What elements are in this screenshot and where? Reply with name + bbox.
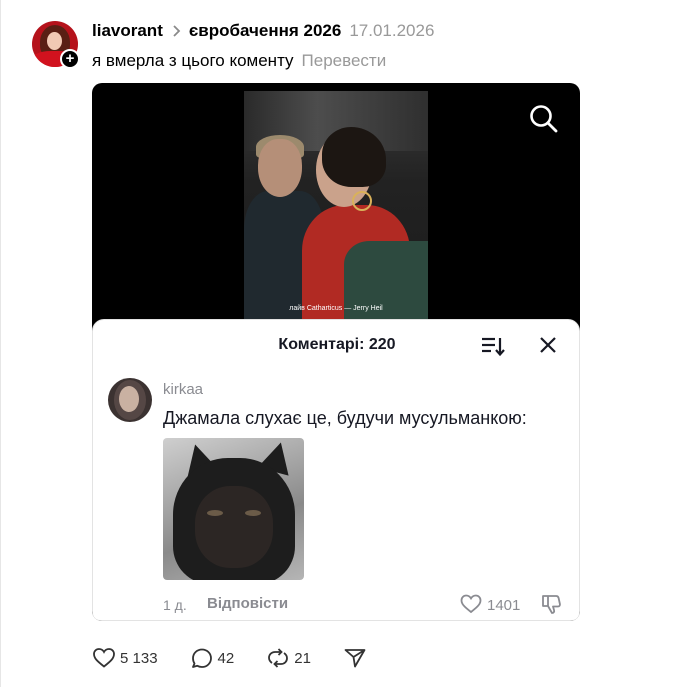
heart-icon[interactable]	[460, 594, 482, 614]
comments-title: Коментарі: 220	[278, 336, 396, 353]
comment-bubble-icon	[191, 648, 212, 668]
comment-count: 42	[217, 649, 235, 667]
post-meta: liavorant євробачення 2026 17.01.2026	[92, 20, 434, 42]
commenter-username[interactable]: kirkaa	[163, 381, 203, 398]
repost-icon	[268, 648, 289, 668]
sort-icon[interactable]	[481, 335, 505, 357]
post-date: 17.01.2026	[349, 21, 435, 40]
post-text-line: я вмерла з цього коменту Перевести	[92, 51, 386, 71]
send-icon	[344, 649, 366, 668]
like-count: 5 133	[120, 649, 158, 667]
like-button[interactable]: 5 133	[92, 646, 158, 670]
media-card[interactable]: лайв Catharticus — Jerry Heil Коментарі:…	[92, 83, 580, 621]
comment-text: Джамала слухає це, будучи мусульманкою:	[163, 408, 527, 428]
chevron-right-icon	[173, 25, 181, 37]
post-actions: 5 133 42 21	[92, 646, 399, 670]
comments-sheet: Коментарі: 220 kirkaa Джамала слухає це,…	[92, 319, 580, 621]
close-icon[interactable]	[538, 335, 558, 355]
post-text: я вмерла з цього коменту	[92, 51, 294, 70]
reply-button[interactable]: Відповісти	[207, 595, 288, 612]
author-username[interactable]: liavorant	[92, 21, 163, 41]
comment-image[interactable]	[163, 438, 304, 580]
comment-button[interactable]: 42	[190, 646, 235, 670]
video-thumbnail[interactable]: лайв Catharticus — Jerry Heil	[244, 91, 428, 319]
commenter-avatar[interactable]	[108, 378, 152, 422]
video-caption: лайв Catharticus — Jerry Heil	[289, 305, 383, 312]
heart-icon	[93, 648, 115, 668]
author-avatar[interactable]: +	[32, 21, 80, 69]
translate-link[interactable]: Перевести	[302, 51, 387, 71]
search-icon[interactable]	[528, 103, 560, 135]
post: + liavorant євробачення 2026 17.01.2026 …	[0, 0, 689, 687]
topic-link[interactable]: євробачення 2026	[189, 21, 341, 41]
repost-button[interactable]: 21	[266, 646, 311, 670]
share-button[interactable]	[343, 646, 367, 670]
dislike-icon[interactable]	[540, 593, 562, 615]
comment-like-count: 1401	[487, 597, 521, 614]
follow-plus-icon[interactable]: +	[60, 49, 80, 69]
repost-count: 21	[294, 649, 311, 667]
comment-time: 1 д.	[163, 597, 187, 613]
